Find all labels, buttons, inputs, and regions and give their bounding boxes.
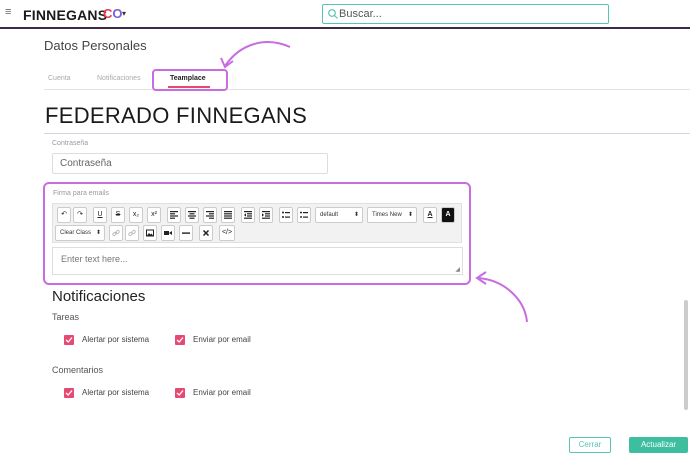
arrow-to-tab xyxy=(224,41,291,67)
annotation-arrows xyxy=(220,41,528,323)
app-root: ≡ FINNEGANS CO ▾ Datos Personales Cuenta… xyxy=(0,0,690,462)
